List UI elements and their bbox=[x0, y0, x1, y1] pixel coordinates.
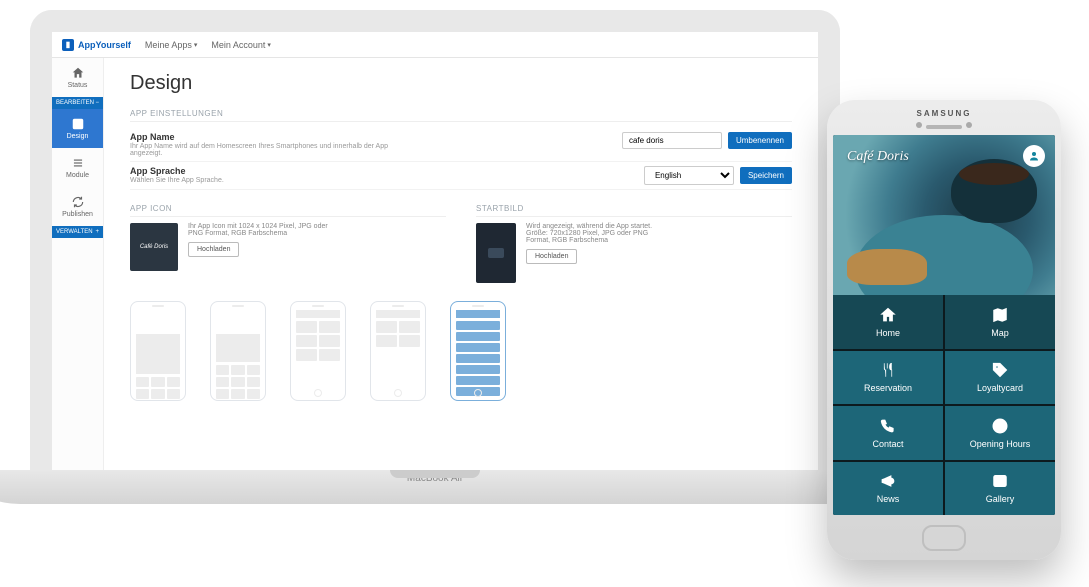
label-app-name: App Name bbox=[130, 132, 390, 142]
phone-home-button[interactable] bbox=[922, 525, 966, 551]
save-button[interactable]: Speichern bbox=[740, 167, 792, 184]
brand-icon: ▮ bbox=[62, 39, 74, 51]
edit-icon bbox=[71, 117, 85, 131]
input-app-name[interactable] bbox=[622, 132, 722, 149]
refresh-icon bbox=[71, 195, 85, 209]
phone-speaker bbox=[926, 125, 962, 129]
sidebar-item-module[interactable]: Module bbox=[52, 148, 103, 187]
layout-option-4[interactable] bbox=[370, 301, 430, 401]
clock-icon bbox=[991, 417, 1009, 435]
layout-option-1[interactable] bbox=[130, 301, 190, 401]
row-app-language: App Sprache Wählen Sie Ihre App Sprache.… bbox=[130, 162, 792, 190]
rename-button[interactable]: Umbenennen bbox=[728, 132, 792, 149]
app-builder-screen: ▮ AppYourself Meine Apps▾ Mein Account▾ … bbox=[52, 32, 818, 470]
home-icon bbox=[71, 66, 85, 80]
chevron-down-icon: ▾ bbox=[194, 41, 198, 49]
tile-map[interactable]: Map bbox=[945, 295, 1055, 349]
layout-option-2[interactable] bbox=[210, 301, 270, 401]
section-app-icon: APP ICON bbox=[130, 204, 446, 217]
app-logo: Café Doris bbox=[847, 149, 909, 165]
tile-loyalty[interactable]: Loyaltycard bbox=[945, 351, 1055, 405]
layout-option-5-selected[interactable] bbox=[450, 301, 510, 401]
tile-contact[interactable]: Contact bbox=[833, 406, 943, 460]
layout-picker bbox=[130, 301, 792, 401]
desc-startbild: Wird angezeigt, während die App startet.… bbox=[526, 223, 666, 244]
nav-meine-apps[interactable]: Meine Apps▾ bbox=[145, 40, 198, 50]
upload-icon-button[interactable]: Hochladen bbox=[188, 242, 239, 257]
sidebar-item-design[interactable]: Design bbox=[52, 109, 103, 148]
user-icon[interactable] bbox=[1023, 145, 1045, 167]
list-icon bbox=[71, 156, 85, 170]
sidebar-item-status[interactable]: Status bbox=[52, 58, 103, 97]
desc-app-language: Wählen Sie Ihre App Sprache. bbox=[130, 177, 224, 184]
camera-dot bbox=[432, 18, 438, 24]
tag-icon bbox=[991, 361, 1009, 379]
sidebar-section-bearbeiten[interactable]: BEARBEITEN− bbox=[52, 97, 103, 109]
tile-home[interactable]: Home bbox=[833, 295, 943, 349]
section-startbild: STARTBILD bbox=[476, 204, 792, 217]
upload-splash-button[interactable]: Hochladen bbox=[526, 249, 577, 264]
utensils-icon bbox=[879, 361, 897, 379]
brand-text: AppYourself bbox=[78, 40, 131, 50]
label-app-language: App Sprache bbox=[130, 166, 224, 176]
laptop-mockup: ▮ AppYourself Meine Apps▾ Mein Account▾ … bbox=[30, 10, 840, 504]
phone-screen: Café Doris Home Map Reservation Loyaltyc… bbox=[833, 135, 1055, 515]
minus-icon: − bbox=[95, 100, 99, 106]
app-tiles: Home Map Reservation Loyaltycard Contact… bbox=[833, 295, 1055, 515]
splash-preview bbox=[476, 223, 516, 283]
plus-icon: + bbox=[95, 229, 99, 235]
image-icon bbox=[991, 472, 1009, 490]
row-app-name: App Name Ihr App Name wird auf dem Homes… bbox=[130, 128, 792, 162]
main-content: Design APP EINSTELLUNGEN App Name Ihr Ap… bbox=[104, 58, 818, 470]
top-nav: ▮ AppYourself Meine Apps▾ Mein Account▾ bbox=[52, 32, 818, 58]
layout-option-3[interactable] bbox=[290, 301, 350, 401]
brand[interactable]: ▮ AppYourself bbox=[62, 39, 131, 51]
home-icon bbox=[879, 306, 897, 324]
page-title: Design bbox=[130, 72, 792, 95]
megaphone-icon bbox=[879, 472, 897, 490]
map-icon bbox=[991, 306, 1009, 324]
nav-mein-account[interactable]: Mein Account▾ bbox=[211, 40, 271, 50]
tile-reservation[interactable]: Reservation bbox=[833, 351, 943, 405]
phone-icon bbox=[879, 417, 897, 435]
app-icon-preview: Café Doris bbox=[130, 223, 178, 271]
phone-device-brand: SAMSUNG bbox=[833, 106, 1055, 123]
laptop-base: MacBook Air bbox=[0, 470, 890, 504]
sidebar-section-verwalten[interactable]: VERWALTEN+ bbox=[52, 226, 103, 238]
tile-hours[interactable]: Opening Hours bbox=[945, 406, 1055, 460]
app-hero: Café Doris bbox=[833, 135, 1055, 295]
tile-news[interactable]: News bbox=[833, 462, 943, 516]
chevron-down-icon: ▾ bbox=[267, 41, 271, 49]
section-app-settings: APP EINSTELLUNGEN bbox=[130, 109, 792, 122]
phone-mockup: SAMSUNG Café Doris Home Map Reservation bbox=[827, 100, 1061, 560]
desc-app-name: Ihr App Name wird auf dem Homescreen Ihr… bbox=[130, 143, 390, 157]
sidebar-item-publish[interactable]: Publishen bbox=[52, 187, 103, 226]
select-app-language[interactable]: English bbox=[644, 166, 734, 185]
sidebar: Status BEARBEITEN− Design Module bbox=[52, 58, 104, 470]
desc-app-icon: Ihr App Icon mit 1024 x 1024 Pixel, JPG … bbox=[188, 223, 328, 237]
tile-gallery[interactable]: Gallery bbox=[945, 462, 1055, 516]
